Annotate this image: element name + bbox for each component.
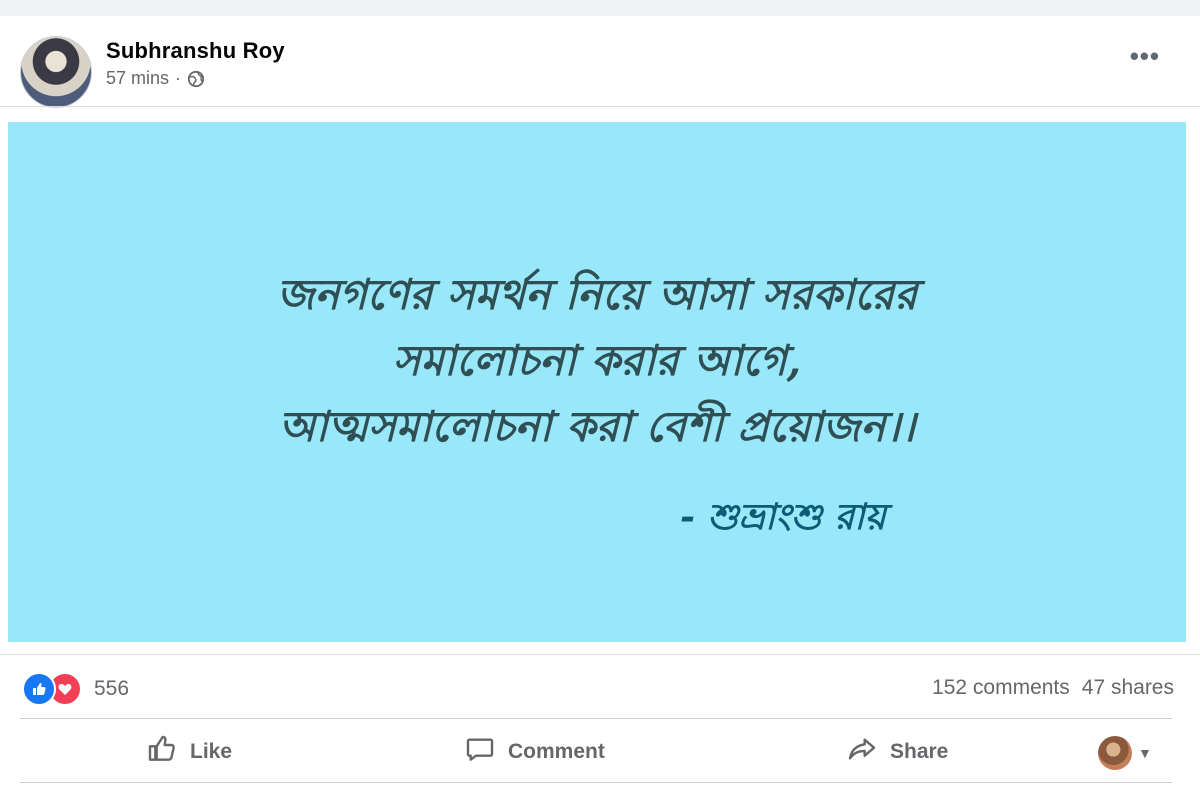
thumbs-up-icon <box>146 733 178 771</box>
caret-down-icon: ▼ <box>1138 745 1152 761</box>
share-arrow-icon <box>846 733 878 771</box>
quote-signature: - শুভ্রাংশু রায় <box>680 496 886 538</box>
reaction-audience-selector[interactable]: ▼ <box>1098 736 1152 770</box>
share-label: Share <box>890 740 949 763</box>
post-image[interactable]: জনগণের সমর্থন নিয়ে আসা সরকারের সমালোচনা… <box>8 122 1186 642</box>
share-button[interactable]: Share <box>846 734 948 770</box>
like-reaction-icon <box>22 672 56 706</box>
more-options-icon[interactable]: ••• <box>1130 43 1160 69</box>
bottom-divider <box>20 782 1172 783</box>
quote-line: আত্মসমালোচনা করা বেশী প্রয়োজন।। <box>278 402 916 451</box>
shares-count[interactable]: 47 shares <box>1082 676 1174 700</box>
author-avatar[interactable] <box>20 36 92 108</box>
reaction-summary[interactable]: 556 <box>22 672 129 706</box>
quote-line: জনগণের সমর্থন নিয়ে আসা সরকারের <box>276 270 918 319</box>
header-divider <box>0 106 1200 107</box>
engagement-counts: 152 comments 47 shares <box>932 676 1174 700</box>
quote-line: সমালোচনা করার আগে, <box>392 336 802 385</box>
image-divider <box>0 654 1200 655</box>
comment-label: Comment <box>508 740 605 763</box>
comment-icon <box>464 733 496 771</box>
comments-count[interactable]: 152 comments <box>932 676 1070 700</box>
meta-separator: · <box>175 68 182 88</box>
actions-divider <box>20 718 1172 719</box>
globe-icon[interactable] <box>187 70 205 88</box>
author-name[interactable]: Subhranshu Roy <box>106 38 285 64</box>
user-avatar <box>1098 736 1132 770</box>
post-time[interactable]: 57 mins <box>106 68 169 89</box>
post-meta: 57 mins · <box>106 68 205 89</box>
like-label: Like <box>190 740 233 763</box>
like-button[interactable]: Like <box>146 734 232 770</box>
comment-button[interactable]: Comment <box>464 734 605 770</box>
post-card: Subhranshu Roy 57 mins · ••• জনগণের সমর্… <box>0 16 1200 800</box>
reaction-count[interactable]: 556 <box>94 677 129 701</box>
quote-text: জনগণের সমর্থন নিয়ে আসা সরকারের সমালোচনা… <box>8 262 1186 460</box>
